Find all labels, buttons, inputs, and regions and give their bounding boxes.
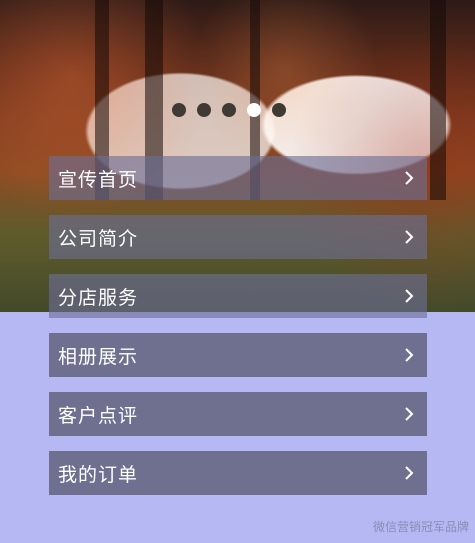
menu-item-label: 客户点评: [58, 404, 139, 427]
menu-item-album[interactable]: 相册展示: [49, 333, 427, 377]
menu-item-label: 我的订单: [58, 463, 139, 486]
menu-item-label: 相册展示: [58, 345, 139, 368]
menu-item-label: 分店服务: [58, 286, 139, 309]
carousel-indicator[interactable]: [222, 103, 236, 117]
menu-item-label: 宣传首页: [58, 168, 139, 191]
menu-item-reviews[interactable]: 客户点评: [49, 392, 427, 436]
carousel-indicators: [172, 103, 286, 117]
chevron-right-icon: [405, 348, 414, 362]
chevron-right-icon: [405, 289, 414, 303]
chevron-right-icon: [405, 407, 414, 421]
chevron-right-icon: [405, 466, 414, 480]
menu-item-branch-services[interactable]: 分店服务: [49, 274, 427, 318]
carousel-indicator[interactable]: [272, 103, 286, 117]
carousel-indicator[interactable]: [197, 103, 211, 117]
chevron-right-icon: [405, 171, 414, 185]
app-screen: 宣传首页 公司简介 分店服务 相册展示 客户点评 我的订单 微信营销冠军品牌: [0, 0, 475, 543]
watermark-text: 微信营销冠军品牌: [372, 520, 469, 534]
chevron-right-icon: [405, 230, 414, 244]
carousel-indicator[interactable]: [172, 103, 186, 117]
menu-item-label: 公司简介: [58, 227, 139, 250]
menu-item-home[interactable]: 宣传首页: [49, 156, 427, 200]
carousel-indicator-active[interactable]: [247, 103, 261, 117]
menu-item-company-intro[interactable]: 公司简介: [49, 215, 427, 259]
menu-item-my-orders[interactable]: 我的订单: [49, 451, 427, 495]
main-menu: 宣传首页 公司简介 分店服务 相册展示 客户点评 我的订单: [49, 156, 427, 510]
tree-trunk: [430, 0, 446, 200]
